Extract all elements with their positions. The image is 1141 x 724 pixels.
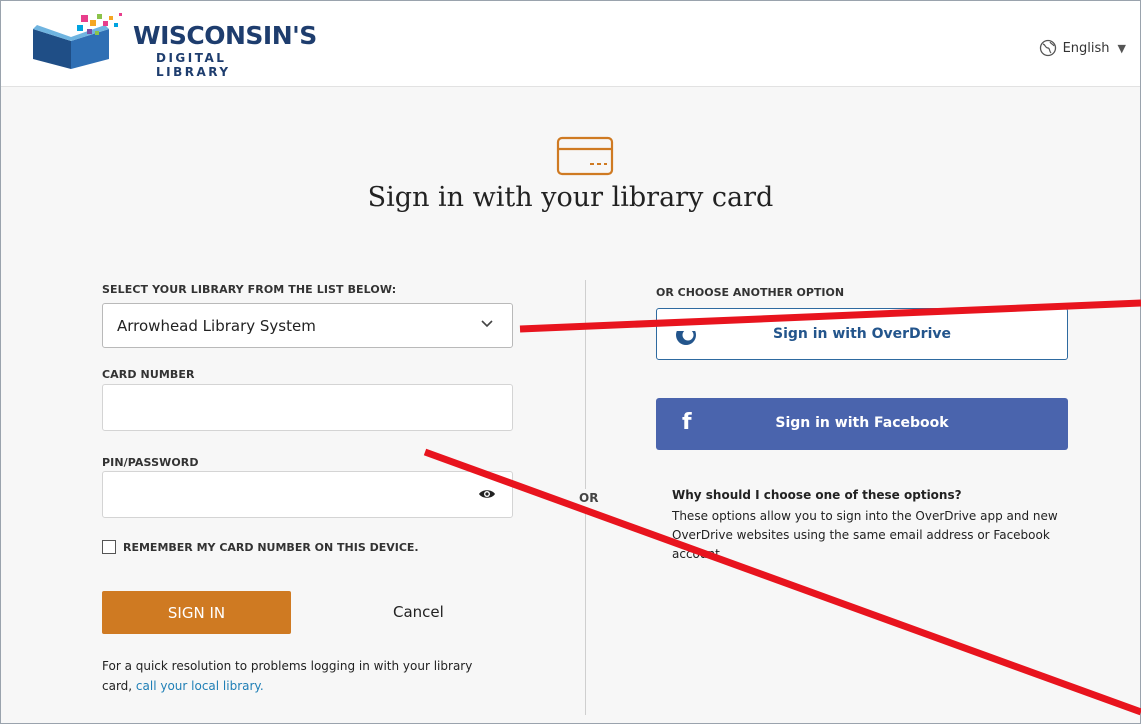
sign-in-overdrive-button[interactable]: Sign in with OverDrive — [656, 308, 1068, 360]
why-options-heading: Why should I choose one of these options… — [672, 488, 962, 502]
pin-label: PIN/PASSWORD — [102, 456, 199, 469]
cancel-link[interactable]: Cancel — [393, 603, 444, 621]
pin-input[interactable] — [102, 471, 513, 518]
help-text: For a quick resolution to problems loggi… — [102, 656, 502, 696]
logo-subtitle: DIGITAL LIBRARY — [156, 51, 231, 79]
show-password-eye-icon[interactable] — [478, 488, 496, 500]
call-library-link[interactable]: call your local library. — [136, 679, 264, 693]
library-selected-value: Arrowhead Library System — [117, 316, 316, 335]
why-options-text: These options allow you to sign into the… — [672, 509, 1058, 561]
library-select-label: SELECT YOUR LIBRARY FROM THE LIST BELOW: — [102, 283, 397, 296]
book-logo-icon — [33, 13, 122, 69]
card-number-label: CARD NUMBER — [102, 368, 195, 381]
card-number-input[interactable] — [102, 384, 513, 431]
site-logo[interactable]: WISCONSIN'S DIGITAL LIBRARY — [31, 11, 317, 79]
remember-card-option[interactable]: REMEMBER MY CARD NUMBER ON THIS DEVICE. — [102, 540, 419, 554]
facebook-button-label: Sign in with Facebook — [775, 415, 949, 431]
globe-icon — [1039, 39, 1056, 57]
sign-in-facebook-button[interactable]: f Sign in with Facebook — [656, 398, 1068, 450]
logo-title: WISCONSIN'S — [133, 21, 317, 50]
language-label: English — [1062, 40, 1110, 56]
library-select[interactable]: Arrowhead Library System — [102, 303, 513, 348]
library-card-icon — [556, 136, 614, 176]
caret-down-icon: ▼ — [1117, 41, 1126, 55]
overdrive-button-label: Sign in with OverDrive — [772, 326, 952, 342]
remember-checkbox[interactable] — [102, 540, 116, 554]
chevron-down-icon — [481, 320, 493, 328]
language-selector[interactable]: English ▼ — [1039, 39, 1126, 57]
header: WISCONSIN'S DIGITAL LIBRARY English ▼ — [1, 1, 1140, 87]
page-title: Sign in with your library card — [367, 182, 774, 213]
remember-label: REMEMBER MY CARD NUMBER ON THIS DEVICE. — [123, 540, 419, 554]
other-options-label: OR CHOOSE ANOTHER OPTION — [656, 286, 845, 299]
or-separator: OR — [577, 489, 601, 507]
sign-in-button[interactable]: SIGN IN — [102, 591, 291, 634]
